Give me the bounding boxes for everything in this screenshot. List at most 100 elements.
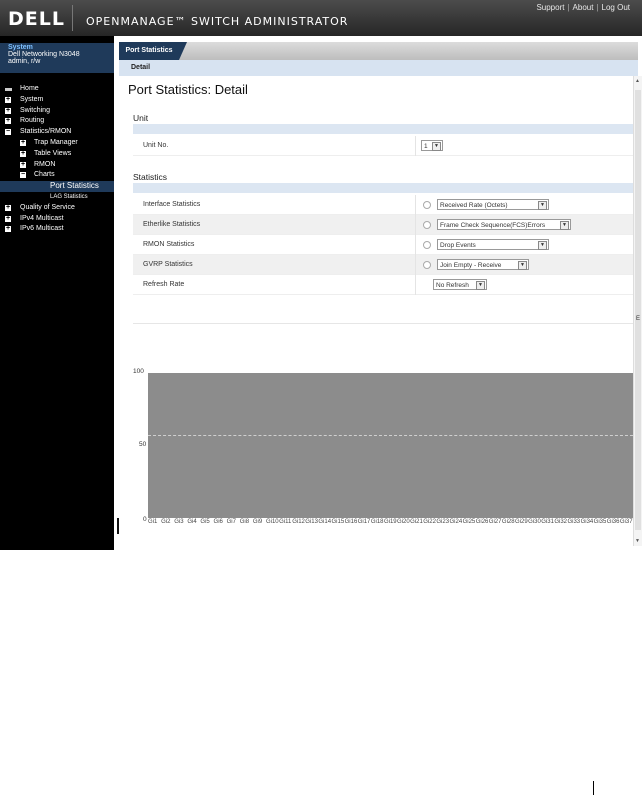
plus-icon[interactable]: +	[5, 107, 11, 114]
select-value: Join Empty - Receive	[440, 262, 502, 269]
gvrp-radio[interactable]	[423, 261, 431, 269]
nav-item-rmon[interactable]: + RMON	[0, 160, 114, 171]
x-tick-label: Gi14	[318, 519, 332, 525]
vertical-scrollbar[interactable]: ▲ ▼	[633, 76, 642, 546]
about-link[interactable]: About	[573, 3, 594, 12]
x-tick-label: Gi27	[488, 519, 502, 525]
x-tick-label: Gi37	[619, 519, 633, 525]
minus-icon[interactable]: −	[5, 128, 11, 136]
nav-item-routing[interactable]: + Routing	[0, 116, 114, 127]
stats-row-etherlike: Etherlike Statistics Frame Check Sequenc…	[133, 215, 633, 235]
nav-label: Routing	[20, 117, 45, 125]
midline	[148, 435, 633, 436]
statistics-header-band	[133, 183, 633, 193]
nav-item-ipv4-multicast[interactable]: + IPv4 Multicast	[0, 214, 114, 225]
plus-icon[interactable]: +	[5, 204, 11, 211]
nav-item-charts[interactable]: − Charts	[0, 170, 114, 181]
support-link[interactable]: Support	[536, 3, 564, 12]
x-tick-label: Gi6	[213, 519, 223, 525]
plus-icon[interactable]: +	[20, 150, 26, 157]
nav-label: Port Statistics	[50, 181, 99, 191]
x-tick-label: Gi26	[475, 519, 489, 525]
x-tick-label: Gi24	[449, 519, 463, 525]
nav-item-port-statistics[interactable]: Port Statistics	[0, 181, 114, 192]
interface-radio[interactable]	[423, 201, 431, 209]
plus-icon[interactable]: +	[5, 96, 11, 103]
nav-label: RMON	[34, 160, 56, 168]
subtab-detail[interactable]: Detail	[131, 64, 150, 71]
nav-label: Statistics/RMON	[20, 128, 72, 136]
gvrp-select[interactable]: Join Empty - Receive ▼	[437, 259, 529, 270]
etherlike-select[interactable]: Frame Check Sequence(FCS)Errors ▼	[437, 219, 571, 230]
x-tick-label: Gi28	[501, 519, 515, 525]
refresh-select[interactable]: No Refresh ▼	[433, 279, 487, 290]
plus-icon[interactable]: +	[5, 225, 11, 233]
x-tick-label: Gi29	[515, 519, 528, 525]
x-tick-label: Gi33	[567, 519, 581, 525]
x-tick-label: Gi35	[593, 519, 607, 525]
minus-icon[interactable]: −	[20, 171, 26, 179]
column-divider	[415, 235, 416, 255]
tab-pointer	[179, 42, 187, 60]
plus-icon[interactable]: +	[5, 215, 11, 222]
nav-item-lag-statistics[interactable]: LAG Statistics	[0, 192, 114, 203]
rmon-radio[interactable]	[423, 241, 431, 249]
nav-label: System	[20, 95, 44, 103]
nav-label: IPv6 Multicast	[20, 225, 64, 233]
x-tick-label: Gi20	[397, 519, 410, 525]
select-value: Frame Check Sequence(FCS)Errors	[440, 222, 546, 229]
y-tick-label: 100	[133, 368, 144, 375]
main-content: Port Statistics: Detail Unit Unit No. 1 ▼…	[119, 76, 633, 546]
chevron-down-icon: ▼	[432, 142, 441, 151]
row-label: RMON Statistics	[143, 241, 195, 248]
chart-separator	[133, 323, 633, 324]
nav-item-table-views[interactable]: + Table Views	[0, 149, 114, 160]
x-tick-label: Gi11	[279, 519, 292, 525]
sidebar: System Dell Networking N3048 admin, r/w …	[0, 36, 114, 550]
nav-tree: Home + System + Switching + Routing − Statis…	[0, 84, 114, 235]
column-divider	[415, 255, 416, 275]
nav-item-trap-manager[interactable]: + Trap Manager	[0, 138, 114, 149]
logout-link[interactable]: Log Out	[602, 3, 630, 12]
plus-icon[interactable]: +	[5, 117, 11, 125]
x-tick-label: Gi13	[305, 519, 318, 525]
page-margin-bar	[593, 781, 594, 795]
nav-item-system[interactable]: + System	[0, 95, 114, 106]
x-tick-label: Gi9	[252, 519, 263, 525]
x-tick-label: Gi36	[606, 519, 620, 525]
nav-item-ipv6-multicast[interactable]: + IPv6 Multicast	[0, 224, 114, 235]
plus-icon[interactable]: +	[20, 161, 26, 168]
etherlike-radio[interactable]	[423, 221, 431, 229]
nav-item-switching[interactable]: + Switching	[0, 106, 114, 117]
rmon-select[interactable]: Drop Events ▼	[437, 239, 549, 250]
header-separator	[72, 5, 73, 31]
link-sep: |	[567, 3, 570, 12]
x-tick-label: Gi25	[462, 519, 476, 525]
nav-label: Charts	[34, 171, 55, 179]
x-tick-label: Gi16	[344, 519, 358, 525]
refresh-row: Refresh Rate No Refresh ▼	[133, 275, 633, 295]
x-tick-label: Gi30	[528, 519, 541, 525]
scroll-up-icon[interactable]: ▲	[635, 78, 640, 84]
scroll-down-icon[interactable]: ▼	[635, 538, 640, 544]
nav-label: IPv4 Multicast	[20, 214, 64, 222]
nav-item-statistics[interactable]: − Statistics/RMON	[0, 127, 114, 138]
system-info[interactable]: System Dell Networking N3048 admin, r/w	[0, 43, 114, 73]
y-tick-label: 0	[143, 516, 147, 523]
interface-select[interactable]: Received Rate (Octets) ▼	[437, 199, 549, 210]
plus-icon[interactable]: +	[20, 139, 26, 146]
unit-select[interactable]: 1 ▼	[421, 140, 443, 151]
edge-marker: E	[636, 316, 641, 322]
tab-bar: Port Statistics	[119, 42, 638, 60]
tab-port-statistics[interactable]: Port Statistics	[119, 42, 179, 60]
nav-label: Home	[20, 85, 39, 92]
x-tick-label: Gi4	[187, 519, 197, 525]
nav-item-home[interactable]: Home	[0, 84, 114, 95]
row-label: Etherlike Statistics	[143, 221, 201, 228]
nav-item-qos[interactable]: + Quality of Service	[0, 203, 114, 214]
stats-row-rmon: RMON Statistics Drop Events ▼	[133, 235, 633, 255]
app-title: OPENMANAGE™ SWITCH ADMINISTRATOR	[86, 15, 349, 28]
scrollbar-thumb[interactable]	[635, 90, 641, 530]
column-divider	[415, 136, 416, 156]
home-icon	[5, 88, 12, 91]
